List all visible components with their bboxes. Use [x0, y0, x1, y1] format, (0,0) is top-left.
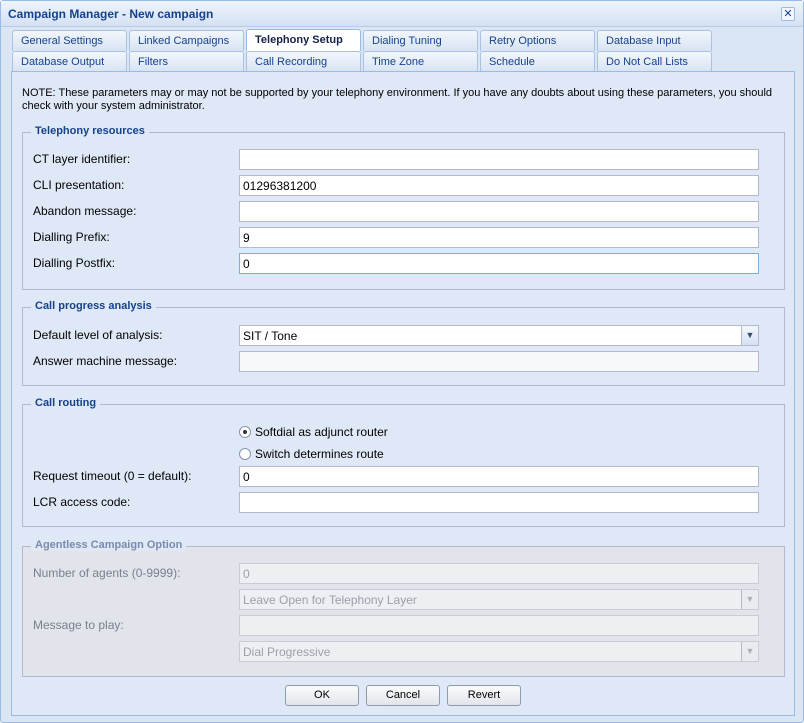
dialling-prefix-input[interactable] — [239, 227, 759, 248]
close-icon[interactable]: ✕ — [781, 7, 795, 21]
cli-presentation-input[interactable] — [239, 175, 759, 196]
analysis-level-value: SIT / Tone — [243, 329, 298, 343]
tab-database-input[interactable]: Database Input — [597, 30, 712, 51]
tab-linked-campaigns[interactable]: Linked Campaigns — [129, 30, 244, 51]
abandon-message-input[interactable] — [239, 201, 759, 222]
agents-count-input[interactable] — [239, 563, 759, 584]
telephony-layer-select[interactable]: Leave Open for Telephony Layer ▼ — [239, 589, 759, 610]
dial-mode-select[interactable]: Dial Progressive ▼ — [239, 641, 759, 662]
abandon-message-label: Abandon message: — [33, 204, 137, 218]
tab-time-zone[interactable]: Time Zone — [363, 51, 478, 72]
revert-button[interactable]: Revert — [447, 685, 521, 706]
call-routing-fieldset: Call routing Softdial as adjunct router … — [22, 397, 785, 527]
fieldset-legend: Call progress analysis — [31, 300, 156, 312]
dial-mode-value: Dial Progressive — [243, 645, 331, 659]
telephony-resources-fieldset: Telephony resources CT layer identifier:… — [22, 125, 785, 290]
answer-machine-label: Answer machine message: — [33, 354, 178, 368]
radio-label: Softdial as adjunct router — [255, 425, 388, 439]
request-timeout-label: Request timeout (0 = default): — [33, 469, 192, 483]
radio-unchecked-icon — [239, 448, 251, 460]
chevron-down-icon[interactable]: ▼ — [741, 642, 758, 661]
request-timeout-input[interactable] — [239, 466, 759, 487]
cancel-button[interactable]: Cancel — [366, 685, 440, 706]
analysis-level-label: Default level of analysis: — [33, 328, 163, 342]
note-text: NOTE: These parameters may or may not be… — [22, 87, 773, 112]
message-to-play-label: Message to play: — [33, 618, 124, 632]
radio-switch-route[interactable]: Switch determines route — [239, 447, 384, 461]
radio-checked-icon — [239, 426, 251, 438]
fieldset-legend: Telephony resources — [31, 125, 149, 137]
tab-dialing-tuning[interactable]: Dialing Tuning — [363, 30, 478, 51]
tab-retry-options[interactable]: Retry Options — [480, 30, 595, 51]
tab-do-not-call-lists[interactable]: Do Not Call Lists — [597, 51, 712, 72]
lcr-code-label: LCR access code: — [33, 495, 131, 509]
dialling-postfix-input[interactable] — [239, 253, 759, 274]
agents-count-label: Number of agents (0-9999): — [33, 566, 181, 580]
chevron-down-icon[interactable]: ▼ — [741, 590, 758, 609]
campaign-window: Campaign Manager - New campaign ✕ Genera… — [0, 0, 804, 723]
radio-softdial-router[interactable]: Softdial as adjunct router — [239, 425, 388, 439]
tab-schedule[interactable]: Schedule — [480, 51, 595, 72]
answer-machine-input[interactable] — [239, 351, 759, 372]
ok-button[interactable]: OK — [285, 685, 359, 706]
cli-presentation-label: CLI presentation: — [33, 178, 125, 192]
ct-layer-input[interactable] — [239, 149, 759, 170]
message-to-play-input[interactable] — [239, 615, 759, 636]
fieldset-legend: Call routing — [31, 397, 101, 409]
dialling-prefix-label: Dialling Prefix: — [33, 230, 110, 244]
window-title: Campaign Manager - New campaign — [8, 7, 214, 21]
lcr-code-input[interactable] — [239, 492, 759, 513]
dialling-postfix-label: Dialling Postfix: — [33, 256, 116, 270]
agentless-fieldset: Agentless Campaign Option Number of agen… — [22, 539, 785, 677]
tab-telephony-setup[interactable]: Telephony Setup — [246, 29, 361, 51]
tab-filters[interactable]: Filters — [129, 51, 244, 72]
call-progress-fieldset: Call progress analysis Default level of … — [22, 300, 785, 386]
ct-layer-label: CT layer identifier: — [33, 152, 131, 166]
radio-label: Switch determines route — [255, 447, 384, 461]
tab-database-output[interactable]: Database Output — [12, 51, 127, 72]
telephony-setup-panel: NOTE: These parameters may or may not be… — [11, 72, 795, 716]
title-bar[interactable]: Campaign Manager - New campaign ✕ — [1, 1, 803, 27]
fieldset-legend: Agentless Campaign Option — [31, 539, 187, 551]
tab-general-settings[interactable]: General Settings — [12, 30, 127, 51]
chevron-down-icon[interactable]: ▼ — [741, 326, 758, 345]
tab-call-recording[interactable]: Call Recording — [246, 51, 361, 72]
telephony-layer-value: Leave Open for Telephony Layer — [243, 593, 417, 607]
analysis-level-select[interactable]: SIT / Tone ▼ — [239, 325, 759, 346]
